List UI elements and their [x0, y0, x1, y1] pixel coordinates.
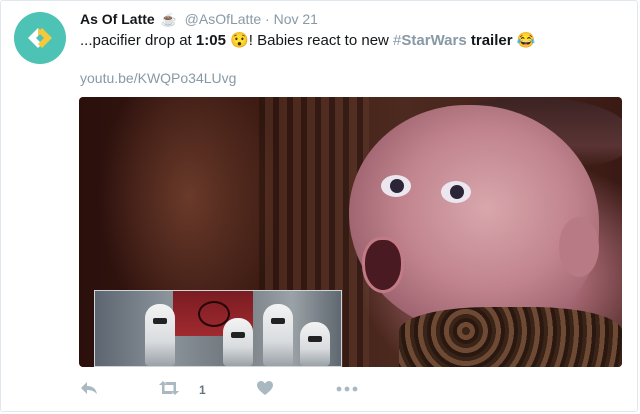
- more-dots-icon: [336, 386, 358, 392]
- coffee-cup-icon: ☕: [160, 12, 177, 27]
- tweet-date[interactable]: Nov 21: [274, 11, 318, 27]
- baby-right-eye: [441, 181, 471, 203]
- user-handle[interactable]: @AsOfLatte: [185, 11, 261, 27]
- reply-icon: [81, 382, 97, 394]
- like-button[interactable]: [256, 380, 274, 400]
- avatar[interactable]: [14, 12, 66, 64]
- tweet-text: ...pacifier drop at 1:05 😯! Babies react…: [80, 31, 535, 51]
- tweet-header: As Of Latte ☕ @AsOfLatte · Nov 21: [80, 10, 318, 29]
- hashtag-starwars[interactable]: #StarWars: [393, 32, 467, 49]
- baby-mouth: [362, 237, 404, 293]
- retweet-icon: [159, 381, 179, 395]
- hashtag-word: StarWars: [401, 32, 467, 49]
- trailer-bold: trailer: [470, 32, 513, 49]
- aol-logo-icon: [28, 28, 52, 48]
- separator-dot: ·: [265, 11, 270, 27]
- retweet-button[interactable]: [157, 380, 181, 400]
- stormtrooper-figure: [145, 304, 175, 366]
- surprised-face-icon: 😯: [230, 32, 249, 49]
- youtube-link[interactable]: youtu.be/KWQPo34LUvg: [80, 70, 236, 86]
- timestamp-bold: 1:05: [195, 32, 226, 49]
- video-thumbnail[interactable]: [79, 97, 622, 367]
- baby-ear: [559, 217, 599, 277]
- stormtrooper-figure: [223, 318, 253, 366]
- stormtrooper-figure: [300, 322, 330, 366]
- stormtrooper-figure: [263, 304, 293, 366]
- reply-button[interactable]: [80, 380, 98, 400]
- retweet-count: 1: [199, 383, 206, 397]
- starwars-trailer-inset: [94, 290, 342, 367]
- heart-icon: [257, 381, 273, 395]
- baby-face: [349, 105, 599, 335]
- tweet-text-part1: ...pacifier drop at: [80, 32, 196, 49]
- laughing-face-icon: 😂: [516, 32, 536, 49]
- baby-shirt: [399, 307, 622, 367]
- baby-left-eye: [381, 175, 411, 197]
- more-button[interactable]: [336, 380, 358, 400]
- display-name[interactable]: As Of Latte: [80, 11, 155, 27]
- tweet-text-part2: ! Babies react to new: [248, 32, 394, 49]
